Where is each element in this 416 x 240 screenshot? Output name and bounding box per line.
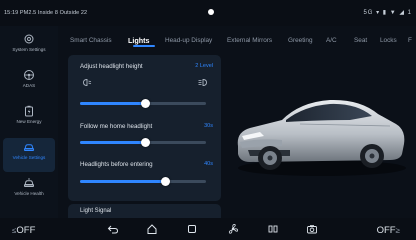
sidebar-item-label: ADAS — [22, 83, 36, 88]
slider-thumb[interactable] — [161, 177, 171, 186]
tab-more[interactable]: F — [408, 37, 412, 44]
fan-icon[interactable] — [227, 223, 239, 235]
slider-fill — [80, 102, 146, 105]
light-signal-label: Light Signal — [80, 208, 112, 214]
bottom-navigation-bar: ≤OFF OFF≥ — [0, 218, 416, 240]
sidebar-item-vehicle-health[interactable]: Vehicle Health — [3, 174, 55, 208]
tab-ac[interactable]: A/C — [326, 37, 337, 44]
sidebar-item-system-settings[interactable]: System Settings — [3, 30, 55, 64]
right-climate-off-label: OFF — [376, 225, 396, 236]
left-climate-off-label: OFF — [16, 225, 36, 236]
home-icon[interactable] — [146, 223, 158, 235]
tab-external-mirrors[interactable]: External Mirrors — [227, 37, 272, 44]
back-icon[interactable] — [107, 223, 119, 235]
slider-thumb[interactable] — [141, 99, 151, 108]
before-entering-slider[interactable] — [80, 177, 206, 186]
lights-settings-panel: Adjust headlight height 2 Level Follow m… — [68, 55, 221, 201]
vehicle-image — [230, 80, 408, 180]
sidebar-item-vehicle-settings[interactable]: Vehicle Settings — [3, 138, 55, 172]
follow-me-home-slider[interactable] — [80, 138, 206, 147]
headlight-height-slider[interactable] — [80, 99, 206, 108]
gear-icon — [23, 33, 35, 45]
follow-me-home-value: 30s — [204, 123, 213, 129]
sidebar-item-adas[interactable]: ADAS — [3, 66, 55, 100]
settings-tabs: Smart Chassis Lights Head-up Display Ext… — [58, 26, 416, 54]
slider-fill — [80, 180, 166, 183]
tab-greeting[interactable]: Greeting — [288, 37, 313, 44]
active-tab-indicator — [133, 45, 155, 47]
media-icon[interactable] — [267, 223, 279, 235]
tab-head-up-display[interactable]: Head-up Display — [165, 37, 212, 44]
before-entering-value: 40s — [204, 161, 213, 167]
camera-icon[interactable] — [306, 223, 318, 235]
sidebar-item-label: System Settings — [12, 47, 46, 52]
battery-icon — [23, 105, 35, 117]
headlight-high-icon — [198, 77, 209, 88]
notification-dot-icon — [208, 9, 214, 15]
recent-apps-icon[interactable] — [186, 223, 198, 235]
right-chevron-icon: ≥ — [395, 226, 400, 235]
headlight-low-icon — [81, 77, 92, 88]
tab-smart-chassis[interactable]: Smart Chassis — [70, 37, 112, 44]
before-entering-label: Headlights before entering — [80, 161, 153, 168]
status-bar: 15:19 PM2.5 Inside 8 Outside 22 5G ▾ ▮ ▼… — [0, 0, 416, 26]
steering-wheel-icon — [23, 69, 35, 81]
sidebar-item-new-energy[interactable]: New Energy — [3, 102, 55, 136]
sidebar-item-label: Vehicle Settings — [12, 155, 46, 160]
status-indicators: 5G ▾ ▮ ▼ ◢ 1 — [363, 10, 412, 16]
tab-seat[interactable]: Seat — [354, 37, 367, 44]
slider-fill — [80, 141, 146, 144]
tab-lights[interactable]: Lights — [128, 36, 150, 45]
headlight-height-value: 2 Level — [195, 63, 213, 69]
sidebar-item-label: New Energy — [16, 119, 42, 124]
headlight-height-label: Adjust headlight height — [80, 63, 143, 70]
slider-thumb[interactable] — [141, 138, 151, 147]
car-health-icon — [23, 177, 35, 189]
left-climate-off-button[interactable]: ≤OFF — [12, 225, 35, 236]
light-signal-section[interactable]: Light Signal — [68, 204, 221, 218]
tab-locks[interactable]: Locks — [380, 37, 397, 44]
car-icon — [23, 141, 35, 153]
sidebar-item-label: Vehicle Health — [14, 191, 44, 196]
follow-me-home-label: Follow me home headlight — [80, 123, 153, 130]
right-climate-off-button[interactable]: OFF≥ — [377, 225, 400, 236]
status-info-text: 15:19 PM2.5 Inside 8 Outside 22 — [4, 10, 88, 16]
sidebar: System Settings ADAS New Energy Vehicle … — [0, 26, 58, 218]
